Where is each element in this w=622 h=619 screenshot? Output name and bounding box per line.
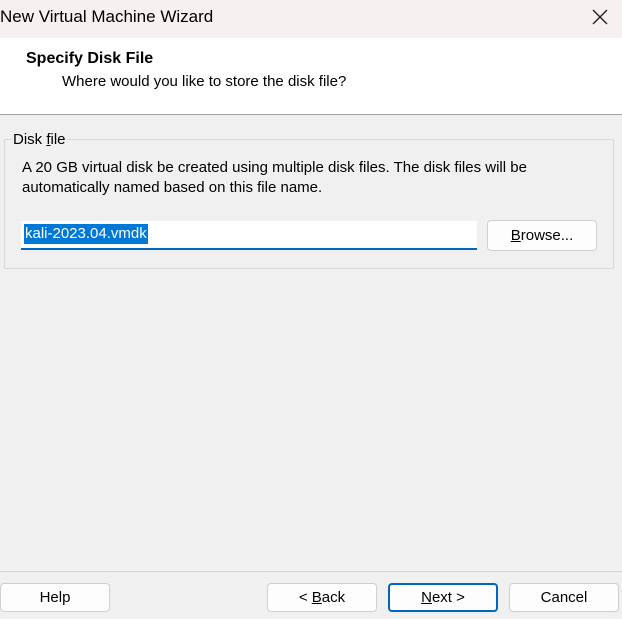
- disk-filename-value: kali-2023.04.vmdk: [24, 224, 148, 244]
- window-title: New Virtual Machine Wizard: [0, 7, 214, 26]
- browse-button[interactable]: Browse...: [487, 220, 597, 251]
- back-button[interactable]: < Back: [267, 583, 377, 612]
- close-button[interactable]: [578, 0, 622, 34]
- cancel-button-label: Cancel: [540, 589, 588, 606]
- wizard-header: Specify Disk File Where would you like t…: [0, 38, 622, 115]
- cancel-button[interactable]: Cancel: [509, 583, 619, 612]
- help-button[interactable]: Help: [0, 583, 110, 612]
- help-button-label: Help: [39, 589, 71, 606]
- disk-file-group-label: Disk file: [12, 131, 67, 149]
- title-bar: New Virtual Machine Wizard: [0, 0, 622, 38]
- disk-filename-input[interactable]: kali-2023.04.vmdk: [21, 221, 477, 250]
- browse-button-label: Browse...: [510, 227, 574, 244]
- close-icon: [592, 9, 608, 25]
- page-subtitle: Where would you like to store the disk f…: [62, 73, 347, 90]
- wizard-window: New Virtual Machine Wizard Specify Disk …: [0, 0, 622, 619]
- next-button[interactable]: Next >: [388, 583, 498, 612]
- disk-file-description: A 20 GB virtual disk be created using mu…: [22, 159, 527, 196]
- page-title: Specify Disk File: [26, 50, 154, 67]
- back-button-label: < Back: [298, 589, 346, 606]
- next-button-label: Next >: [421, 589, 465, 606]
- footer-divider: [0, 571, 622, 572]
